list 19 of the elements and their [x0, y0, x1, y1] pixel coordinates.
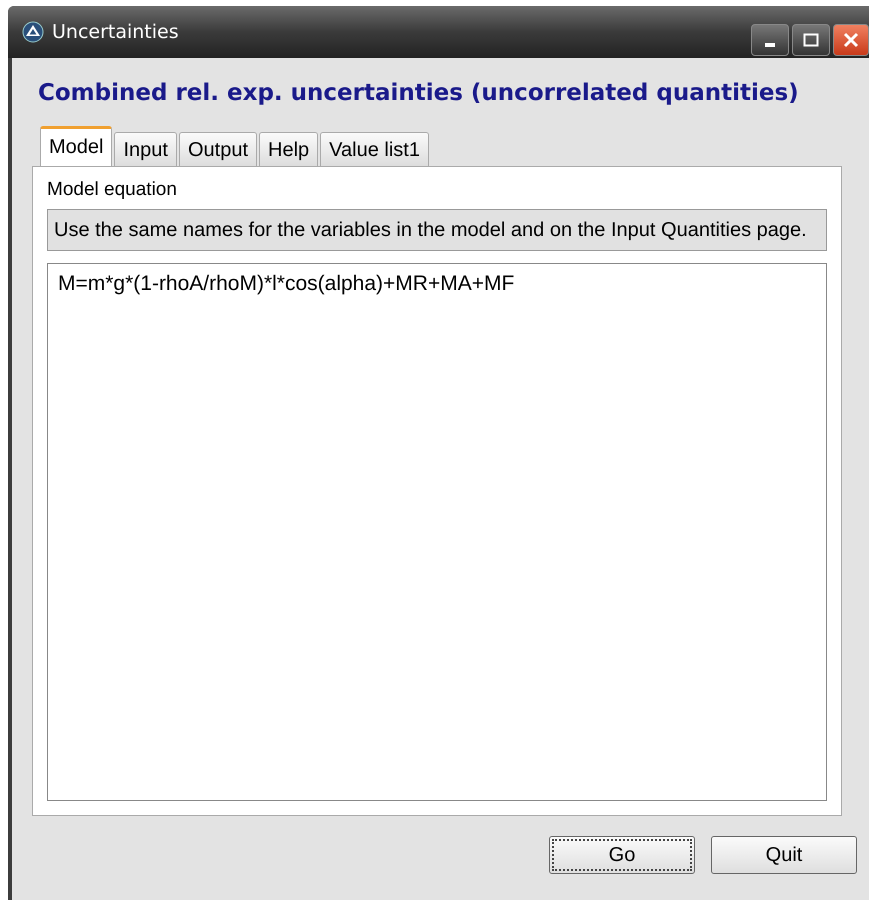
- minimize-button[interactable]: [751, 24, 789, 56]
- quit-button[interactable]: Quit: [711, 836, 857, 874]
- maximize-button[interactable]: [792, 24, 830, 56]
- close-button[interactable]: [833, 24, 869, 56]
- hint-text: Use the same names for the variables in the model and on the Input Quantities page.: [47, 209, 827, 251]
- window-title: Uncertainties: [52, 21, 180, 43]
- minimize-icon: [765, 43, 775, 47]
- go-button[interactable]: Go: [549, 836, 695, 874]
- section-label: Model equation: [47, 179, 178, 201]
- dialog-heading: Combined rel. exp. uncertainties (uncorrelated quantities): [38, 80, 800, 106]
- equation-field[interactable]: M=m*g*(1-rhoA/rhoM)*l*cos(alpha)+MR+MA+MF: [47, 263, 827, 801]
- maximize-icon: [803, 33, 819, 47]
- close-icon: [843, 32, 859, 48]
- tab[interactable]: Input: [114, 132, 177, 166]
- tab[interactable]: Output: [178, 132, 258, 166]
- tab[interactable]: Help: [259, 132, 318, 166]
- tab[interactable]: Model: [40, 126, 112, 166]
- app-icon: [22, 21, 44, 43]
- tab[interactable]: Value list1: [320, 132, 429, 166]
